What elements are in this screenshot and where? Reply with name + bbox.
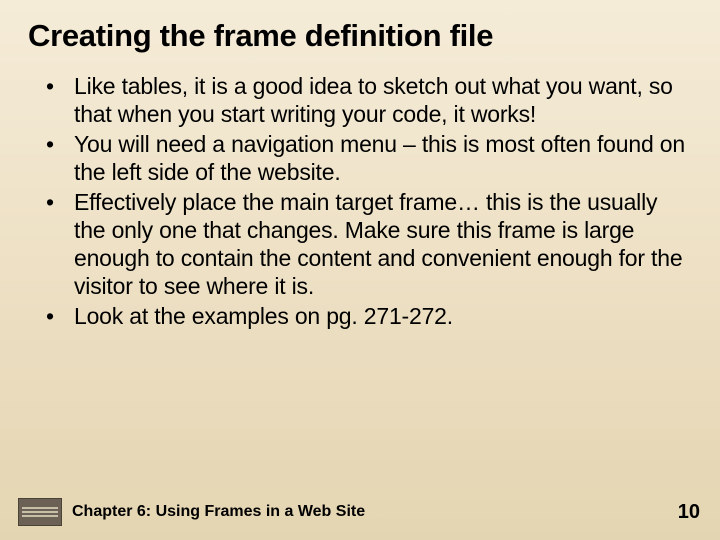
bullet-item: Effectively place the main target frame…… — [46, 188, 692, 300]
bullet-list: Like tables, it is a good idea to sketch… — [28, 72, 692, 330]
footer-left: Chapter 6: Using Frames in a Web Site — [18, 498, 365, 526]
page-number: 10 — [678, 501, 700, 524]
slide-footer: Chapter 6: Using Frames in a Web Site 10 — [0, 498, 720, 526]
series-logo-icon — [18, 498, 62, 526]
bullet-item: You will need a navigation menu – this i… — [46, 130, 692, 186]
chapter-label: Chapter 6: Using Frames in a Web Site — [72, 503, 365, 521]
bullet-item: Like tables, it is a good idea to sketch… — [46, 72, 692, 128]
bullet-item: Look at the examples on pg. 271-272. — [46, 302, 692, 330]
slide-title: Creating the frame definition file — [28, 18, 692, 54]
slide-container: Creating the frame definition file Like … — [0, 0, 720, 540]
